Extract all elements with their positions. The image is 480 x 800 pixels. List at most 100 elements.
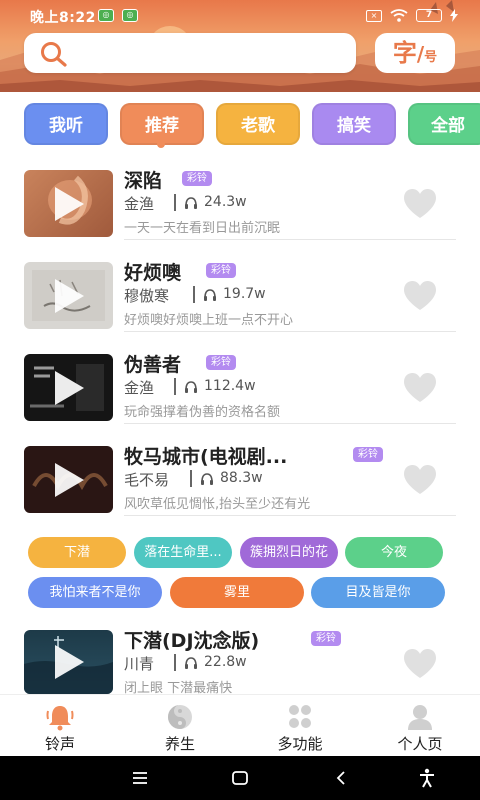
tab-tui-jian[interactable]: 推荐 (120, 103, 204, 145)
headphone-icon (201, 473, 213, 485)
status-time: 晚上8:22 (30, 10, 96, 26)
play-count: 19.7w (223, 286, 266, 302)
nav-item-health[interactable]: 养生 (120, 695, 240, 757)
system-nav-bar (0, 756, 480, 800)
song-title: 下潜(DJ沈念版) (124, 630, 260, 652)
play-count: 24.3w (204, 194, 247, 210)
nav-item-ringtones[interactable]: 铃声 (0, 695, 120, 757)
separator (190, 470, 192, 487)
menu-icon[interactable] (131, 771, 149, 785)
tag-chip[interactable]: 目及皆是你 (311, 577, 445, 608)
person-icon (408, 705, 432, 730)
ringtone-badge: 彩铃 (206, 263, 236, 278)
accessibility-icon[interactable] (418, 768, 436, 788)
album-cover (24, 262, 113, 329)
font-size-button[interactable]: 字/号 (375, 33, 455, 73)
header: 晚上8:22 ◎ ◎ × 7 字/号 (0, 0, 480, 92)
artist-name: 金渔 (124, 195, 155, 213)
headphone-icon (204, 289, 216, 301)
nav-label: 个人页 (397, 735, 443, 753)
bell-icon (46, 706, 74, 731)
nav-label: 铃声 (44, 735, 75, 753)
tag-chip[interactable]: 下潜 (28, 537, 126, 568)
artist-name: 毛不易 (124, 471, 170, 489)
wifi-icon (390, 9, 408, 22)
artist-name: 穆傲寒 (124, 287, 170, 305)
notification-icon: ◎ (98, 9, 114, 22)
tag-chip[interactable]: 簇拥烈日的花 (240, 537, 338, 568)
charging-icon (450, 9, 458, 22)
play-count: 112.4w (204, 378, 256, 394)
tab-lao-ge[interactable]: 老歌 (216, 103, 300, 145)
play-icon[interactable] (52, 643, 86, 681)
headphone-icon (185, 197, 197, 209)
play-count: 22.8w (204, 654, 247, 670)
battery-icon: 7 (416, 9, 442, 22)
list-item[interactable]: 深陷 彩铃 金渔 24.3w 一天一天在看到日出前沉眠 (0, 170, 480, 262)
artist-name: 川青 (124, 655, 155, 673)
separator (193, 286, 195, 303)
search-input[interactable] (24, 33, 356, 73)
tag-chip[interactable]: 落在生命里... (134, 537, 232, 568)
album-cover (24, 630, 113, 694)
play-count: 88.3w (220, 470, 263, 486)
sim-icon: × (366, 9, 382, 22)
separator (174, 378, 176, 395)
play-icon[interactable] (52, 277, 86, 315)
active-tab-indicator (157, 140, 165, 148)
song-title: 好烦噢 (124, 262, 182, 284)
tag-chip[interactable]: 雾里 (170, 577, 304, 608)
nav-item-profile[interactable]: 个人页 (360, 695, 480, 757)
status-icons: × 7 (366, 9, 458, 22)
tab-gao-xiao[interactable]: 搞笑 (312, 103, 396, 145)
ringtone-badge: 彩铃 (311, 631, 341, 646)
album-cover (24, 446, 113, 513)
yin-yang-icon (168, 705, 192, 729)
list-item[interactable]: 伪善者 彩铃 金渔 112.4w 玩命强撑着伪善的资格名额 (0, 354, 480, 446)
song-title: 伪善者 (124, 354, 182, 376)
list-item[interactable]: 好烦噢 彩铃 穆傲寒 19.7w 好烦噢好烦噢上班一点不开心 (0, 262, 480, 354)
font-size-label: 字 (392, 39, 417, 67)
ringtone-badge: 彩铃 (182, 171, 212, 186)
category-tabs: 我听 推荐 老歌 搞笑 全部 (0, 103, 480, 149)
heart-icon[interactable] (402, 648, 438, 680)
divider (124, 331, 456, 332)
search-icon (41, 42, 67, 67)
album-cover (24, 354, 113, 421)
heart-icon[interactable] (402, 280, 438, 312)
song-title: 牧马城市(电视剧... (124, 446, 288, 468)
lyric-snippet: 玩命强撑着伪善的资格名额 (124, 405, 281, 420)
heart-icon[interactable] (402, 188, 438, 220)
bottom-nav: 铃声 养生 多功能 个人页 (0, 694, 480, 756)
tab-wo-ting[interactable]: 我听 (24, 103, 108, 145)
grid-icon (289, 705, 311, 728)
play-icon[interactable] (52, 185, 86, 223)
home-icon[interactable] (231, 770, 249, 786)
list-item[interactable]: 牧马城市(电视剧... 彩铃 毛不易 88.3w 风吹草低见惆怅,抬头至少还有光 (0, 446, 480, 538)
back-icon[interactable] (334, 770, 348, 786)
tag-chip[interactable]: 我怕来者不是你 (28, 577, 162, 608)
headphone-icon (185, 381, 197, 393)
heart-icon[interactable] (402, 464, 438, 496)
play-icon[interactable] (52, 369, 86, 407)
song-title: 深陷 (124, 170, 163, 192)
app-root: 晚上8:22 ◎ ◎ × 7 字/号 我听 推荐 老歌 搞笑 全部 深陷 彩铃 … (0, 0, 480, 800)
separator (174, 654, 176, 671)
nav-label: 多功能 (277, 735, 323, 753)
lyric-snippet: 风吹草低见惆怅,抬头至少还有光 (124, 497, 311, 512)
nav-item-multifunction[interactable]: 多功能 (240, 695, 360, 757)
ringtone-badge: 彩铃 (206, 355, 236, 370)
font-size-sublabel: 号 (424, 50, 438, 65)
play-icon[interactable] (52, 461, 86, 499)
lyric-snippet: 一天一天在看到日出前沉眠 (124, 221, 281, 236)
ringtone-badge: 彩铃 (353, 447, 383, 462)
tab-quan-bu[interactable]: 全部 (408, 103, 480, 145)
tag-chip[interactable]: 今夜 (345, 537, 443, 568)
artist-name: 金渔 (124, 379, 155, 397)
heart-icon[interactable] (402, 372, 438, 404)
notification-icon: ◎ (122, 9, 138, 22)
lyric-snippet: 好烦噢好烦噢上班一点不开心 (124, 313, 294, 328)
nav-label: 养生 (164, 735, 195, 753)
divider (124, 423, 456, 424)
separator (174, 194, 176, 211)
